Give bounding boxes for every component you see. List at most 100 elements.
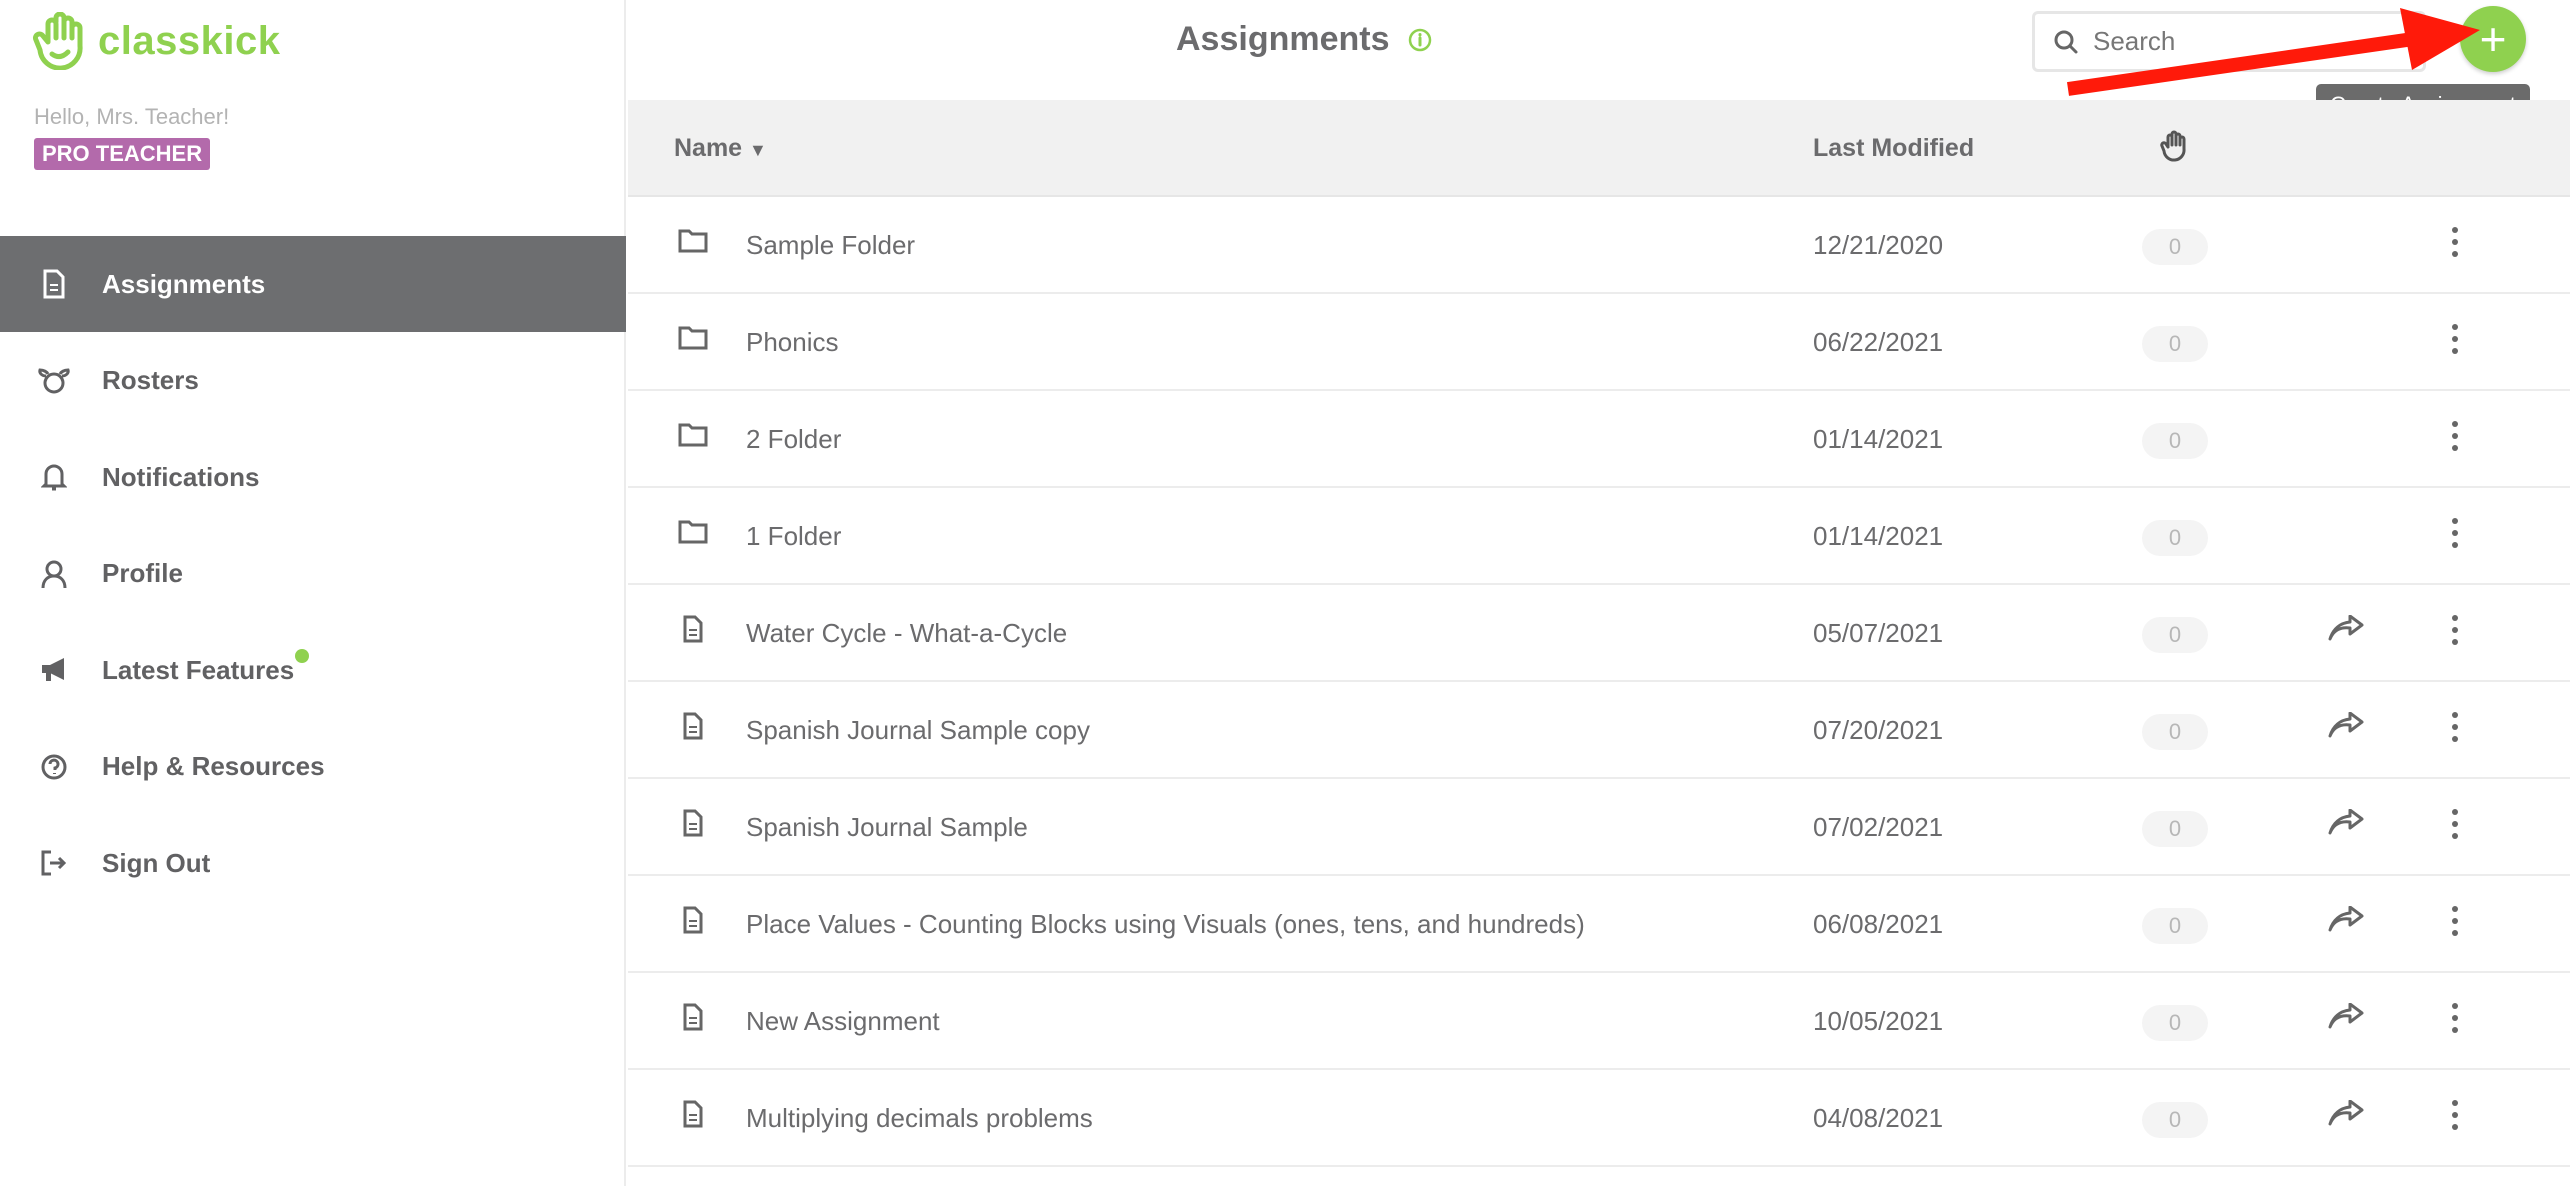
sidebar-item-latest-features[interactable]: Latest Features [0, 622, 626, 718]
hand-logo-icon [33, 12, 83, 70]
assignment-row[interactable]: New Assignment 10/05/2021 0 [628, 973, 2570, 1070]
page-title-text: Assignments [1176, 20, 1390, 58]
hand-count-badge: 0 [2142, 617, 2208, 653]
sidebar-item-label: Assignments [102, 268, 266, 299]
search-box[interactable] [2032, 11, 2426, 72]
hand-count-badge: 0 [2142, 326, 2208, 362]
document-icon [678, 809, 704, 844]
folder-icon [678, 227, 708, 260]
last-modified: 07/02/2021 [1813, 812, 1944, 842]
item-name[interactable]: Spanish Journal Sample [746, 812, 1028, 843]
brand-name: classkick [98, 18, 281, 63]
item-name[interactable]: Spanish Journal Sample copy [746, 715, 1090, 746]
assignment-row[interactable]: Multiplying decimals problems 04/08/2021 0 [628, 1070, 2570, 1167]
assignment-row[interactable]: Spanish Journal Sample copy 07/20/2021 0 [628, 682, 2570, 779]
new-indicator-dot [295, 649, 310, 663]
table-header: Name ▼ Last Modified [628, 100, 2570, 197]
more-options-icon[interactable] [2450, 807, 2460, 848]
more-options-icon[interactable] [2450, 710, 2460, 751]
megaphone-icon [36, 652, 72, 688]
hand-count-badge: 0 [2142, 1005, 2208, 1041]
document-icon [678, 1003, 704, 1038]
item-name[interactable]: Water Cycle - What-a-Cycle [746, 618, 1067, 649]
folder-row[interactable]: Phonics 06/22/2021 0 [628, 294, 2570, 391]
document-icon [678, 1100, 704, 1135]
hand-count-badge: 0 [2142, 520, 2208, 556]
item-name[interactable]: Multiplying decimals problems [746, 1103, 1093, 1134]
assignment-row[interactable]: Water Cycle - What-a-Cycle 05/07/2021 0 [628, 585, 2570, 682]
name-column-header[interactable]: Name ▼ [674, 134, 767, 163]
sidebar-item-label: Rosters [102, 365, 199, 395]
plus-icon: + [2479, 13, 2507, 65]
hand-icon [2160, 130, 2188, 169]
item-name[interactable]: Place Values - Counting Blocks using Vis… [746, 909, 1585, 940]
sidebar-item-help-resources[interactable]: Help & Resources [0, 719, 626, 815]
search-input[interactable] [2093, 26, 2393, 57]
folder-row[interactable]: 2 Folder 01/14/2021 0 [628, 391, 2570, 488]
user-icon [36, 556, 72, 592]
last-modified: 07/20/2021 [1813, 715, 1944, 745]
sidebar-item-notifications[interactable]: Notifications [0, 429, 626, 525]
more-options-icon[interactable] [2450, 419, 2460, 460]
more-options-icon[interactable] [2450, 1001, 2460, 1042]
assignment-row[interactable]: Place Values - Counting Blocks using Vis… [628, 876, 2570, 973]
pro-teacher-badge: PRO TEACHER [34, 138, 211, 170]
share-icon[interactable] [2328, 1099, 2364, 1135]
page-title: Assignments [1176, 20, 1432, 59]
item-name[interactable]: 2 Folder [746, 424, 841, 455]
sidebar-item-label: Latest Features [102, 654, 295, 685]
sidebar: classkick Hello, Mrs. Teacher! PRO TEACH… [0, 0, 626, 1186]
item-name[interactable]: Phonics [746, 327, 839, 358]
last-modified: 01/14/2021 [1813, 424, 1944, 454]
classkick-logo[interactable]: classkick [32, 12, 280, 70]
item-name[interactable]: Sample Folder [746, 230, 915, 261]
more-options-icon[interactable] [2450, 904, 2460, 945]
last-modified: 12/21/2020 [1813, 230, 1944, 260]
share-icon[interactable] [2328, 1002, 2364, 1038]
document-icon [678, 712, 704, 747]
more-options-icon[interactable] [2450, 516, 2460, 557]
folder-row[interactable]: Sample Folder 12/21/2020 0 [628, 197, 2570, 294]
folder-row[interactable]: 1 Folder 01/14/2021 0 [628, 488, 2570, 585]
more-options-icon[interactable] [2450, 225, 2460, 266]
sidebar-item-sign-out[interactable]: Sign Out [0, 815, 626, 911]
sign-out-icon [36, 845, 72, 881]
search-icon [2054, 30, 2078, 53]
item-name[interactable]: 1 Folder [746, 521, 841, 552]
hand-count-badge: 0 [2142, 908, 2208, 944]
folder-icon [678, 518, 708, 551]
more-options-icon[interactable] [2450, 322, 2460, 363]
folder-icon [678, 324, 708, 357]
sidebar-item-profile[interactable]: Profile [0, 526, 626, 622]
bell-icon [36, 459, 72, 495]
document-icon [36, 266, 72, 302]
assignment-row[interactable]: Spanish Journal Sample 07/02/2021 0 [628, 779, 2570, 876]
sidebar-item-rosters[interactable]: Rosters [0, 333, 626, 429]
last-modified: 01/14/2021 [1813, 521, 1944, 551]
last-modified: 04/08/2021 [1813, 1103, 1944, 1133]
share-icon[interactable] [2328, 905, 2364, 941]
document-icon [678, 615, 704, 650]
hand-count-badge: 0 [2142, 714, 2208, 750]
hand-count-badge: 0 [2142, 229, 2208, 265]
last-modified-column-header[interactable]: Last Modified [1813, 134, 1974, 163]
more-options-icon[interactable] [2450, 613, 2460, 654]
sidebar-item-label: Profile [102, 558, 183, 588]
hand-count-badge: 0 [2142, 811, 2208, 847]
last-modified: 06/22/2021 [1813, 327, 1944, 357]
share-icon[interactable] [2328, 614, 2364, 650]
sidebar-item-assignments[interactable]: Assignments [0, 236, 626, 332]
hand-count-badge: 0 [2142, 423, 2208, 459]
info-icon[interactable] [1408, 28, 1432, 52]
greeting: Hello, Mrs. Teacher! [34, 104, 230, 129]
document-icon [678, 906, 704, 941]
share-icon[interactable] [2328, 808, 2364, 844]
share-icon[interactable] [2328, 711, 2364, 747]
create-assignment-button[interactable]: + [2460, 6, 2526, 72]
sidebar-item-label: Sign Out [102, 847, 211, 878]
item-name[interactable]: New Assignment [746, 1006, 940, 1037]
more-options-icon[interactable] [2450, 1098, 2460, 1139]
last-modified: 10/05/2021 [1813, 1006, 1944, 1036]
sidebar-item-label: Notifications [102, 461, 260, 492]
header: Assignments + Create Assignment [628, 0, 2570, 126]
